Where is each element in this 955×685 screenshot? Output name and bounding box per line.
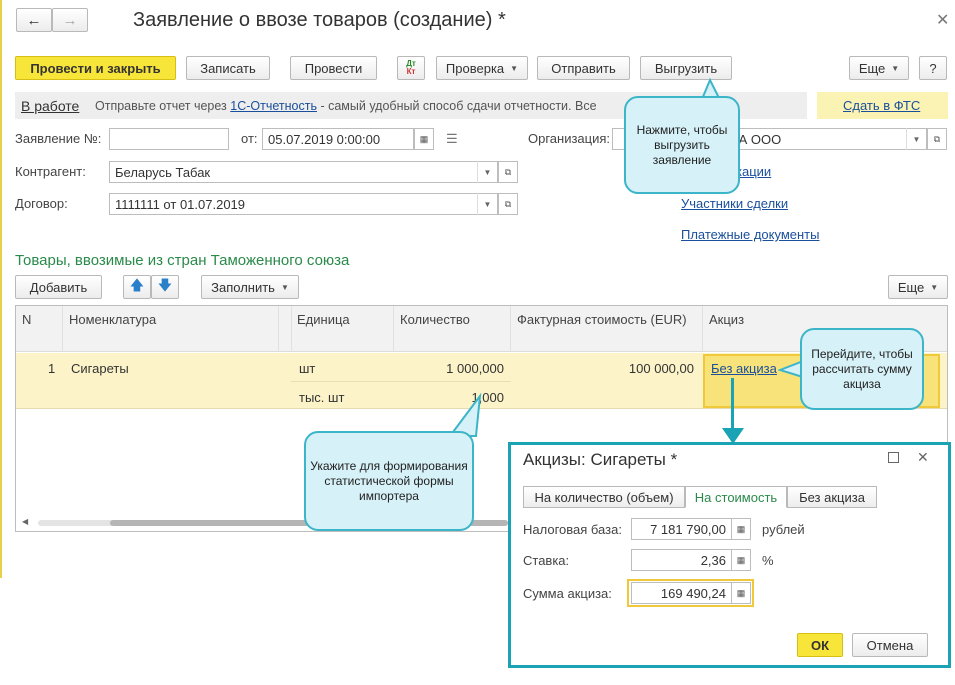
send-button[interactable]: Отправить [537, 56, 630, 80]
chevron-down-icon: ▼ [510, 63, 519, 73]
open-counterparty-icon[interactable]: ⧉ [498, 161, 518, 183]
row-quantity-primary[interactable]: 1 000,000 [446, 361, 504, 376]
calculator-icon[interactable]: ▦ [731, 582, 751, 604]
rate-label: Ставка: [523, 553, 570, 568]
row-line-unit [291, 381, 511, 382]
check-dropdown-button[interactable]: Проверка ▼ [436, 56, 528, 80]
calculator-icon[interactable]: ▦ [731, 518, 751, 540]
column-header-cost[interactable]: Фактурная стоимость (EUR) [511, 306, 703, 352]
payment-documents-link[interactable]: Платежные документы [681, 227, 819, 242]
calendar-icon[interactable]: ▦ [414, 128, 434, 150]
status-text-after: - самый удобный способ сдачи отчетности.… [316, 99, 597, 113]
kt-label: Кт [406, 67, 416, 76]
dialog-close-icon[interactable]: ✕ [917, 449, 929, 466]
tax-base-input[interactable]: 7 181 790,00 [631, 518, 732, 540]
row-unit-secondary[interactable]: тыс. шт [299, 390, 344, 405]
contract-label: Договор: [15, 196, 68, 211]
rate-input[interactable]: 2,36 [631, 549, 732, 571]
ok-button[interactable]: ОК [797, 633, 843, 657]
cancel-button[interactable]: Отмена [852, 633, 928, 657]
column-header-quantity[interactable]: Количество [394, 306, 511, 352]
chevron-down-icon: ▼ [930, 282, 939, 292]
dt-kt-button[interactable]: Дт Кт [397, 56, 425, 80]
upload-callout: Нажмите, чтобы выгрузить заявление [624, 96, 740, 194]
row-unit-primary[interactable]: шт [299, 361, 315, 376]
help-button[interactable]: ? [919, 56, 947, 80]
comment-icon[interactable]: ☰ [446, 131, 458, 147]
move-down-button[interactable]: 🡇 [151, 275, 179, 299]
goods-section-title: Товары, ввозимые из стран Таможенного со… [15, 252, 350, 269]
row-item[interactable]: Сигареты [71, 361, 129, 376]
row-number: 1 [48, 361, 56, 376]
tab-no-excise[interactable]: Без акциза [787, 486, 877, 508]
tax-base-unit: рублей [762, 522, 805, 537]
chevron-down-icon[interactable]: ▼ [477, 161, 497, 183]
quantity-callout: Укажите для формирования статистической … [304, 431, 474, 531]
excise-sum-label: Сумма акциза: [523, 586, 612, 601]
scroll-left-icon[interactable]: ◀ [22, 517, 28, 526]
goods-more-dropdown-button[interactable]: Еще ▼ [888, 275, 948, 299]
excise-callout: Перейдите, чтобы рассчитать сумму акциза [800, 328, 924, 410]
chevron-down-icon[interactable]: ▼ [477, 193, 497, 215]
column-header-unit[interactable]: Единица [291, 306, 394, 352]
close-icon[interactable]: ✕ [936, 10, 949, 30]
fill-label: Заполнить [211, 279, 275, 295]
date-label: от: [241, 131, 258, 146]
open-contract-icon[interactable]: ⧉ [498, 193, 518, 215]
fill-dropdown-button[interactable]: Заполнить ▼ [201, 275, 299, 299]
submit-to-fts-link[interactable]: Сдать в ФТС [843, 98, 920, 113]
tab-by-cost[interactable]: На стоимость [685, 486, 787, 508]
calculator-icon[interactable]: ▦ [731, 549, 751, 571]
tab-by-quantity[interactable]: На количество (объем) [523, 486, 685, 508]
window-title: Заявление о ввозе товаров (создание) * [133, 9, 506, 31]
dialog-title: Акцизы: Сигареты * [523, 450, 678, 469]
column-header-item[interactable]: Номенклатура [63, 306, 279, 352]
arrow-to-dialog [731, 378, 734, 434]
move-up-button[interactable]: 🡅 [123, 275, 151, 299]
goods-more-label: Еще [897, 279, 925, 295]
tax-base-label: Налоговая база: [523, 522, 622, 537]
forward-button[interactable]: → [52, 8, 88, 32]
rate-unit: % [762, 553, 774, 568]
check-label: Проверка [445, 60, 505, 76]
row-excise-link[interactable]: Без акциза [711, 361, 777, 376]
post-button[interactable]: Провести [290, 56, 377, 80]
counterparty-label: Контрагент: [15, 164, 86, 179]
chevron-down-icon[interactable]: ▼ [906, 128, 926, 150]
status-link[interactable]: 1С-Отчетность [230, 99, 317, 113]
chevron-down-icon: ▼ [280, 282, 289, 292]
row-invoice-cost[interactable]: 100 000,00 [629, 361, 694, 376]
save-button[interactable]: Записать [186, 56, 270, 80]
organization-label: Организация: [528, 131, 611, 146]
post-and-close-button[interactable]: Провести и закрыть [15, 56, 176, 80]
column-header-n[interactable]: N [16, 306, 63, 352]
status-state[interactable]: В работе [21, 98, 79, 114]
counterparty-input[interactable]: Беларусь Табак [109, 161, 498, 183]
date-input[interactable]: 05.07.2019 0:00:00 [262, 128, 414, 150]
add-button[interactable]: Добавить [15, 275, 102, 299]
maximize-icon[interactable] [888, 452, 899, 463]
excise-sum-input[interactable]: 169 490,24 [631, 582, 732, 604]
specifications-link[interactable]: кации [736, 164, 771, 179]
window-left-edge [0, 0, 2, 578]
chevron-down-icon: ▼ [891, 63, 900, 73]
more-dropdown-button[interactable]: Еще ▼ [849, 56, 909, 80]
application-number-label: Заявление №: [15, 131, 102, 146]
more-label: Еще [858, 60, 886, 76]
application-number-input[interactable] [109, 128, 229, 150]
status-text-before: Отправьте отчет через [95, 99, 231, 113]
open-organization-icon[interactable]: ⧉ [927, 128, 947, 150]
status-message: Отправьте отчет через 1С-Отчетность - са… [95, 99, 597, 113]
participants-link[interactable]: Участники сделки [681, 196, 788, 211]
back-button[interactable]: ← [16, 8, 52, 32]
contract-input[interactable]: 1111111 от 01.07.2019 [109, 193, 498, 215]
